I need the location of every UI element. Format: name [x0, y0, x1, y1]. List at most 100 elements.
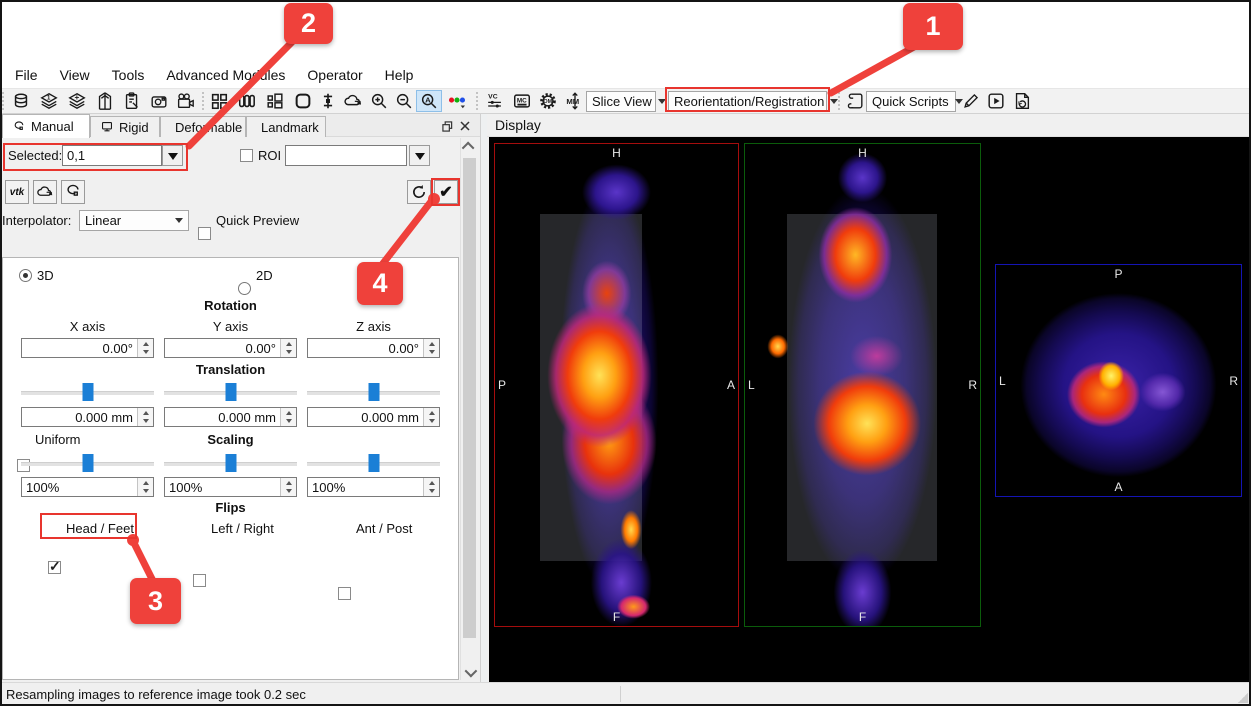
vc-tool-icon[interactable]: VC [482, 90, 508, 112]
spin-up-button[interactable] [281, 408, 296, 417]
menu-advanced-modules[interactable]: Advanced Modules [155, 63, 296, 87]
om-gear-icon[interactable]: OM [535, 90, 561, 112]
clipboard-edit-icon[interactable] [119, 90, 145, 112]
layers-single-icon[interactable]: 1 [36, 90, 62, 112]
scaling-z-slider[interactable] [307, 454, 440, 472]
camera-icon[interactable] [146, 90, 172, 112]
spin-down-button[interactable] [138, 348, 153, 357]
grid-mixed-layout-icon[interactable] [262, 90, 288, 112]
roi-field[interactable] [285, 145, 407, 166]
selected-field[interactable]: 0,1 [62, 145, 162, 166]
roi-checkbox[interactable] [240, 149, 253, 162]
spin-up-button[interactable] [424, 408, 439, 417]
slider-handle[interactable] [368, 454, 379, 472]
quick-preview-checkbox[interactable] [198, 227, 211, 240]
rotation-y-spinbox[interactable]: 0.00° [164, 338, 297, 358]
float-panel-icon[interactable] [440, 119, 454, 133]
roi-dropdown-button[interactable] [409, 145, 430, 166]
spin-down-button[interactable] [424, 417, 439, 426]
data-manager-icon[interactable] [8, 90, 34, 112]
translation-z-spinbox[interactable]: 0.000 mm [307, 407, 440, 427]
vtk-export-button[interactable]: vtk [5, 180, 29, 204]
mc-tool-icon[interactable]: MC [509, 90, 535, 112]
interpolator-combo[interactable]: Linear [79, 210, 189, 231]
scaling-y-slider[interactable] [164, 454, 297, 472]
slider-handle[interactable] [225, 383, 236, 401]
resize-grip-icon[interactable] [1238, 693, 1248, 703]
tab-landmark[interactable]: Landmark [246, 116, 326, 137]
menu-file[interactable]: File [4, 63, 49, 87]
spin-up-button[interactable] [281, 478, 296, 487]
mm-tool-icon[interactable]: MM [562, 90, 588, 112]
selected-dropdown-button[interactable] [162, 145, 183, 166]
apply-check-button[interactable]: ✔ [434, 180, 458, 204]
zoom-out-icon[interactable] [391, 90, 417, 112]
slider-handle[interactable] [368, 383, 379, 401]
coronal-view[interactable]: H L R F [744, 143, 981, 627]
spin-down-button[interactable] [281, 348, 296, 357]
translation-y-slider[interactable] [164, 383, 297, 401]
translation-x-spinbox[interactable]: 0.000 mm [21, 407, 154, 427]
spin-up-button[interactable] [424, 339, 439, 348]
scroll-up-button[interactable] [461, 138, 478, 154]
lasso-tool-button[interactable] [61, 180, 85, 204]
menu-tools[interactable]: Tools [101, 63, 156, 87]
spin-down-button[interactable] [138, 417, 153, 426]
spin-up-button[interactable] [138, 408, 153, 417]
close-panel-icon[interactable] [458, 119, 472, 133]
spin-down-button[interactable] [281, 487, 296, 496]
sagittal-view[interactable]: H P A F [494, 143, 739, 627]
spin-up-button[interactable] [138, 339, 153, 348]
rotate-view-icon[interactable] [340, 90, 366, 112]
spin-up-button[interactable] [424, 478, 439, 487]
slice-view-combo[interactable]: Slice View [586, 91, 656, 112]
menu-operator[interactable]: Operator [296, 63, 373, 87]
menu-help[interactable]: Help [374, 63, 425, 87]
crosshair-tool-icon[interactable] [315, 90, 341, 112]
tab-deformable[interactable]: Deformable [160, 116, 246, 137]
video-camera-icon[interactable] [172, 90, 198, 112]
rotate-cloud-button[interactable] [33, 180, 57, 204]
head-feet-checkbox[interactable] [48, 561, 61, 574]
scaling-z-spinbox[interactable]: 100% [307, 477, 440, 497]
translation-x-slider[interactable] [21, 383, 154, 401]
quick-scripts-combo[interactable]: Quick Scripts [866, 91, 956, 112]
tab-rigid[interactable]: Rigid [90, 116, 160, 137]
scaling-y-spinbox[interactable]: 100% [164, 477, 297, 497]
run-script-play-icon[interactable] [983, 90, 1009, 112]
rotation-x-spinbox[interactable]: 0.00° [21, 338, 154, 358]
left-right-checkbox[interactable] [193, 574, 206, 587]
subject-icon[interactable] [92, 90, 118, 112]
operator-scrollbar[interactable] [460, 138, 478, 680]
slider-handle[interactable] [225, 454, 236, 472]
spin-down-button[interactable] [281, 417, 296, 426]
rgb-channels-icon[interactable] [444, 90, 470, 112]
spin-down-button[interactable] [424, 348, 439, 357]
report-icon[interactable] [1009, 90, 1035, 112]
scaling-x-spinbox[interactable]: 100% [21, 477, 154, 497]
single-view-layout-icon[interactable] [290, 90, 316, 112]
translation-z-slider[interactable] [307, 383, 440, 401]
reorientation-registration-combo[interactable]: Reorientation/Registration [668, 91, 827, 112]
rotation-z-spinbox[interactable]: 0.00° [307, 338, 440, 358]
script-icon[interactable] [842, 90, 868, 112]
scaling-x-slider[interactable] [21, 454, 154, 472]
slider-handle[interactable] [82, 454, 93, 472]
scroll-down-button[interactable] [461, 664, 478, 680]
spin-up-button[interactable] [138, 478, 153, 487]
mode-3d-radio[interactable] [19, 269, 32, 282]
spin-down-button[interactable] [138, 487, 153, 496]
reset-transform-button[interactable] [407, 180, 431, 204]
mode-2d-radio[interactable] [238, 282, 251, 295]
spin-down-button[interactable] [424, 487, 439, 496]
axial-view[interactable]: P L R A [995, 264, 1242, 497]
layers-add-icon[interactable]: + [64, 90, 90, 112]
zoom-auto-icon[interactable]: A [416, 90, 442, 112]
tab-manual[interactable]: Manual [2, 114, 90, 138]
menu-view[interactable]: View [49, 63, 101, 87]
ant-post-checkbox[interactable] [338, 587, 351, 600]
scrollbar-thumb[interactable] [463, 158, 476, 638]
spin-up-button[interactable] [281, 339, 296, 348]
zoom-in-icon[interactable] [366, 90, 392, 112]
grid-2x2-layout-icon[interactable] [206, 90, 232, 112]
